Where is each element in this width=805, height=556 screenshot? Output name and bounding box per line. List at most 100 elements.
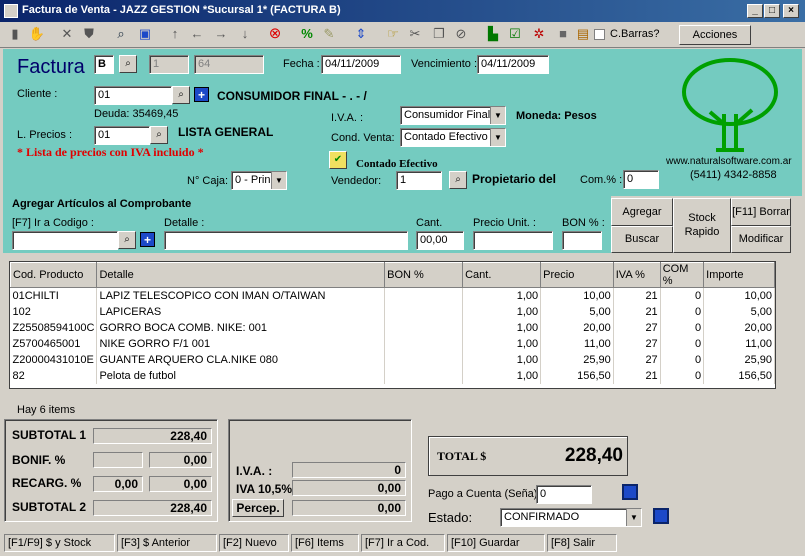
percent-icon[interactable]: % [298, 25, 316, 43]
printer-icon[interactable]: ▙ [484, 25, 502, 43]
add-icon[interactable]: + [140, 232, 155, 247]
column-header[interactable]: Precio [540, 262, 614, 288]
table-row[interactable]: 01CHILTI LAPIZ TELESCOPICO CON IMAN O/TAI… [10, 287, 775, 304]
vendedor-name: Propietario del [472, 172, 557, 186]
table-row[interactable]: 82 Pelota de futbol 1,00 156,50 21 0 156,50 [10, 367, 775, 384]
agregar-button[interactable]: Agregar [611, 198, 673, 226]
caja-select[interactable]: 0 - Prin ▼ [231, 171, 287, 190]
arrow-right-icon[interactable]: → [212, 25, 230, 43]
arrow-down-icon[interactable]: ↓ [236, 25, 254, 43]
save-icon[interactable] [622, 484, 638, 500]
table-cell: 5,00 [703, 303, 775, 320]
search-icon[interactable]: ⌕ [449, 171, 467, 189]
bon-field[interactable] [562, 231, 602, 250]
search-icon[interactable]: ⌕ [150, 126, 168, 144]
modificar-button[interactable]: Modificar [731, 226, 791, 253]
save-icon[interactable]: ▣ [136, 25, 154, 43]
copy-icon[interactable]: ❐ [430, 25, 448, 43]
add-icon[interactable]: + [194, 87, 209, 102]
column-header[interactable]: Importe [703, 262, 775, 288]
checklist-icon[interactable]: ☑ [506, 25, 524, 43]
hand-point-icon[interactable]: ☞ [384, 25, 402, 43]
gear-icon[interactable]: ✲ [530, 25, 548, 43]
invoice-title: Factura [17, 56, 85, 78]
column-header[interactable]: Detalle [96, 262, 386, 288]
arrow-up-icon[interactable]: ↑ [166, 25, 184, 43]
table-row[interactable]: Z5700465001 NIKE GORRO F/1 001 1,00 11,00 27… [10, 335, 775, 352]
comision-field[interactable]: 0 [623, 170, 659, 189]
recarg-pct-field[interactable]: 0,00 [93, 476, 143, 492]
barcode-checkbox[interactable] [594, 29, 605, 40]
chevron-down-icon[interactable]: ▼ [490, 107, 505, 124]
estado-select-value: CONFIRMADO [504, 511, 580, 523]
table-cell: 11,00 [703, 335, 775, 352]
maximize-button[interactable]: □ [764, 4, 780, 18]
check-icon[interactable]: ✔ [329, 151, 347, 169]
status-hotkey: [F7] Ir a Cod. [361, 534, 445, 552]
cliente-label: Cliente : [17, 88, 58, 100]
search-icon[interactable]: ⌕ [112, 25, 130, 43]
fecha-label: Fecha : [283, 58, 320, 70]
chevron-down-icon[interactable]: ▼ [490, 129, 505, 146]
search-icon[interactable]: ⌕ [118, 231, 136, 249]
delete-icon[interactable]: ✕ [58, 25, 76, 43]
cond-venta-select[interactable]: Contado Efectivo ▼ [400, 128, 506, 147]
iva-label: I.V.A. : [331, 112, 364, 124]
acciones-button[interactable]: Acciones [679, 25, 751, 45]
search-icon[interactable]: ⌕ [119, 55, 137, 73]
buscar-button[interactable]: Buscar [611, 226, 673, 253]
chevron-down-icon[interactable]: ▼ [626, 509, 641, 526]
detalle-label: Detalle : [164, 217, 205, 229]
total-label: TOTAL $ [437, 449, 487, 463]
bonif-pct-field[interactable] [93, 452, 143, 468]
table-row[interactable]: Z20000431010E GUANTE ARQUERO CLA.NIKE 080… [10, 351, 775, 368]
table-row[interactable]: 102 LAPICERAS 1,00 5,00 21 0 5,00 [10, 303, 775, 320]
cant-field[interactable]: 00,00 [416, 231, 464, 250]
new-icon[interactable]: ▮ [6, 25, 24, 43]
column-header[interactable]: BON % [384, 262, 464, 288]
codigo-label: [F7] Ir a Codigo : [12, 217, 94, 229]
column-header[interactable]: COM % [659, 262, 705, 288]
column-header[interactable]: Cant. [462, 262, 542, 288]
cliente-code-field[interactable]: 01 [94, 86, 172, 105]
close-button[interactable]: × [783, 4, 799, 18]
chevron-down-icon[interactable]: ▼ [271, 172, 286, 189]
stock-rapido-button[interactable]: Stock Rapido [673, 198, 731, 253]
caja-select-value: 0 - Prin [235, 174, 271, 186]
table-cell: 27 [613, 335, 661, 352]
tools-icon[interactable]: ✂ [406, 25, 424, 43]
estado-select[interactable]: CONFIRMADO ▼ [500, 508, 642, 527]
column-header[interactable]: IVA % [612, 262, 661, 288]
table-cell: 20,00 [703, 319, 775, 336]
shield-icon[interactable]: ⛊ [80, 25, 98, 43]
disabled-icon[interactable]: ⊘ [452, 25, 470, 43]
sort-icon[interactable]: ⇕ [352, 25, 370, 43]
save-icon[interactable] [653, 508, 669, 524]
vendedor-code-field[interactable]: 1 [396, 171, 442, 190]
items-count: Hay 6 items [17, 404, 76, 416]
cancel-icon[interactable]: ⊗ [266, 25, 284, 43]
search-icon[interactable]: ⌕ [172, 86, 190, 104]
iva-select[interactable]: Consumidor Final ▼ [400, 106, 506, 125]
hand-icon[interactable]: ✋ [28, 25, 46, 43]
fecha-field[interactable]: 04/11/2009 [321, 55, 401, 74]
column-header[interactable]: Cod. Producto [9, 262, 98, 288]
stop-icon[interactable]: ■ [554, 25, 572, 43]
items-grid[interactable]: Cod. Producto Detalle BON % Cant. Precio IVA … [9, 261, 776, 389]
arrow-left-icon[interactable]: ← [188, 25, 206, 43]
pago-field[interactable]: 0 [536, 485, 592, 504]
table-cell: GORRO BOCA COMB. NIKE: 001 [96, 319, 386, 336]
precios-code-field[interactable]: 01 [94, 126, 150, 145]
table-cell: 1,00 [462, 287, 542, 304]
borrar-button[interactable]: [F11] Borrar [731, 198, 791, 226]
detalle-field[interactable] [164, 231, 408, 250]
invoice-type-field[interactable]: B [94, 55, 114, 74]
minimize-button[interactable]: _ [747, 4, 763, 18]
table-row[interactable]: Z25508594100C GORRO BOCA COMB. NIKE: 001 1… [10, 319, 775, 336]
folder-icon[interactable]: ▤ [574, 25, 592, 43]
precio-unit-field[interactable] [473, 231, 553, 250]
brush-icon[interactable]: ✎ [320, 25, 338, 43]
codigo-field[interactable] [12, 231, 118, 250]
vencimiento-field[interactable]: 04/11/2009 [477, 55, 549, 74]
percep-button[interactable]: Percep. [232, 499, 284, 517]
